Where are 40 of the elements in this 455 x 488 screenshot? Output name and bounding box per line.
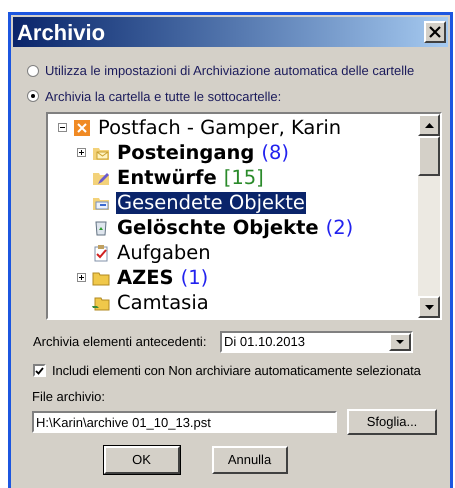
tree-item[interactable]: Camtasia — [116, 292, 210, 314]
mailbox-icon — [73, 118, 91, 136]
scroll-up-button[interactable] — [418, 114, 440, 136]
up-arrow-icon — [424, 122, 434, 128]
item-count: (8) — [261, 140, 289, 166]
tree-item[interactable]: Entwürfe — [116, 166, 218, 188]
tree-item[interactable]: Postfach - Gamper, Karin — [97, 116, 342, 138]
item-count: [15] — [224, 164, 264, 191]
tree-item[interactable]: Aufgaben — [116, 242, 212, 264]
item-count: (2) — [326, 214, 354, 241]
item-count: (1) — [180, 264, 208, 291]
browse-button[interactable]: Sfoglia... — [347, 409, 437, 435]
radio-button[interactable] — [27, 90, 39, 102]
radio-label: Archivia la cartella e tutte le sottocartelle: — [45, 88, 282, 106]
expand-toggle[interactable] — [77, 273, 86, 282]
ok-button[interactable]: OK — [104, 446, 180, 474]
close-button[interactable] — [424, 21, 446, 43]
checkbox[interactable] — [33, 364, 46, 378]
scroll-thumb[interactable] — [418, 136, 440, 176]
dropdown-arrow-icon — [396, 340, 404, 344]
scroll-down-button[interactable] — [418, 296, 440, 318]
collapse-toggle[interactable] — [58, 123, 67, 132]
tree-item[interactable]: Gelöschte Objekte — [116, 216, 320, 238]
file-path-field[interactable]: H:\Karin\archive 01_10_13.pst — [32, 411, 337, 433]
checkbox-label: Includi elementi con Non archiviare automaticamente selezionata — [52, 362, 421, 380]
expand-toggle[interactable] — [77, 148, 86, 157]
date-label: Archivia elementi antecedenti: — [33, 333, 208, 352]
cancel-button[interactable]: Annulla — [212, 446, 288, 474]
file-label: File archivio: — [31, 388, 106, 406]
radio-button[interactable] — [27, 64, 39, 77]
window-title: Archivio — [17, 18, 106, 46]
radio-label: Utilizza le impostazioni di Archiviazione automatica delle cartelle — [45, 62, 414, 80]
close-icon — [429, 26, 441, 38]
scrollbar[interactable] — [418, 114, 440, 318]
date-dropdown[interactable]: Di 01.10.2013 — [220, 331, 413, 353]
clipboard-check-icon — [92, 244, 110, 262]
down-arrow-icon — [424, 304, 434, 310]
tree-item[interactable]: Gesendete Objekte — [116, 192, 306, 214]
tree-item[interactable]: AZES — [116, 266, 175, 288]
tree-item[interactable]: Posteingang — [116, 142, 256, 164]
